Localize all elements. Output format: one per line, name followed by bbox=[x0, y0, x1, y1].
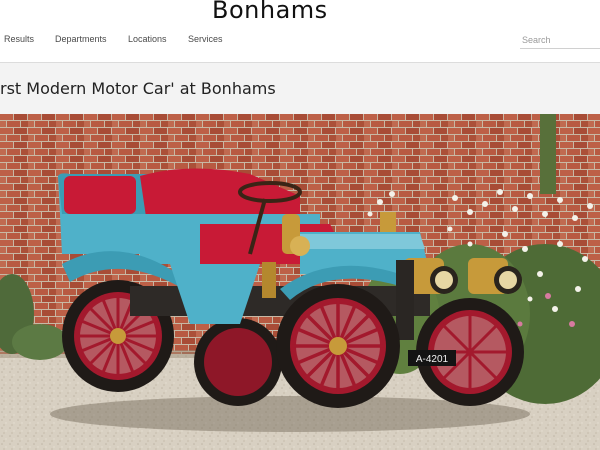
hero-image: A-4201 bbox=[0, 114, 600, 450]
number-plate: A-4201 bbox=[408, 350, 456, 366]
nav-item-locations[interactable]: Locations bbox=[128, 34, 167, 44]
site-header: Bonhams Results Departments Locations Se… bbox=[0, 0, 600, 63]
title-band: rst Modern Motor Car' at Bonhams bbox=[0, 63, 600, 113]
nav-item-results[interactable]: Results bbox=[4, 34, 34, 44]
nav-item-services[interactable]: Services bbox=[188, 34, 223, 44]
search-input[interactable] bbox=[520, 32, 600, 49]
nav-item-departments[interactable]: Departments bbox=[55, 34, 107, 44]
front-wheel bbox=[276, 284, 400, 408]
page-title: rst Modern Motor Car' at Bonhams bbox=[0, 79, 276, 98]
plate-text: A-4201 bbox=[416, 354, 449, 365]
bonhams-logo[interactable]: Bonhams bbox=[212, 0, 328, 26]
vintage-car-photo: A-4201 bbox=[0, 114, 600, 450]
